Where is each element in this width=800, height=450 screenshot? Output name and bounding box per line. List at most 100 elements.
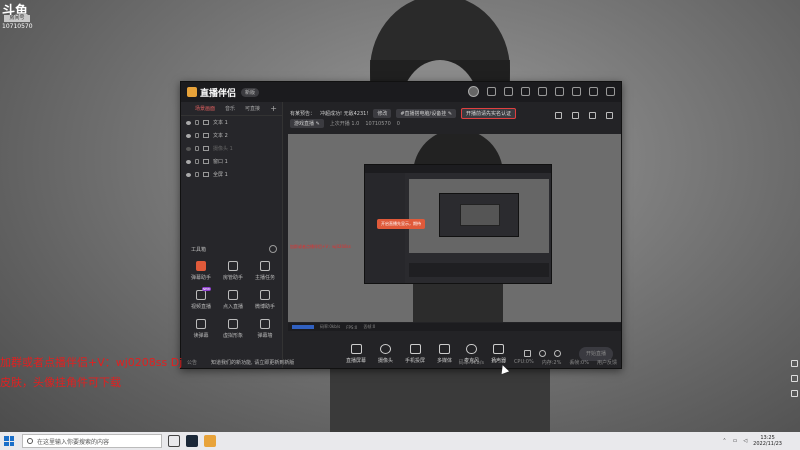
user-icon <box>228 261 238 271</box>
text-source-icon <box>203 133 209 138</box>
clock-date: 2022/11/23 <box>753 441 782 447</box>
close-icon[interactable] <box>606 87 615 96</box>
source-item[interactable]: 全屏 1 <box>181 168 282 181</box>
fullscreen-source-icon <box>203 172 209 177</box>
tool-label: 点入直播 <box>222 304 243 310</box>
verify-chip[interactable]: 开播前请先实名认证 <box>461 108 517 119</box>
tool-room-manager[interactable]: 房管助手 <box>217 261 249 281</box>
source-label: 全屏 1 <box>213 172 228 178</box>
toolbox-header: 工具箱 <box>191 245 277 253</box>
tool-avatar[interactable]: 虚拟形象 <box>217 319 249 339</box>
eye-icon[interactable] <box>186 159 191 164</box>
footer-stat: 丢帧:0% <box>569 359 589 366</box>
tool-label: 读弹幕 <box>193 333 209 339</box>
gift-box-icon[interactable] <box>555 112 562 119</box>
source-item[interactable]: 窗口 1 <box>181 155 282 168</box>
network-icon[interactable]: ▭ <box>733 438 738 444</box>
lock-icon[interactable] <box>195 159 199 164</box>
tool-label: 主播任务 <box>254 275 275 281</box>
avatar-tool-icon <box>228 319 238 329</box>
update-notice[interactable]: 知道我们的新功能, 请立即更新到新版 <box>211 359 294 366</box>
main-area: 有某预告： 冲超成功! 无敌4231! 修改 #直播搭电脑/设备挂 ✎ 开播前请… <box>284 102 621 368</box>
category-chip[interactable]: #直播搭电脑/设备挂 ✎ <box>396 109 457 118</box>
source-label: 窗口 1 <box>213 159 228 165</box>
new-badge: NEW <box>201 287 211 291</box>
clock[interactable]: 13:25 2022/11/23 <box>753 435 782 447</box>
tool-weibo-assistant[interactable]: 微博助手 <box>249 290 281 310</box>
status-item: FPS:0 <box>346 324 358 330</box>
tool-streamer-task[interactable]: 主播任务 <box>249 261 281 281</box>
share-icon[interactable] <box>589 112 596 119</box>
footer-stat: 内存:2% <box>541 359 562 366</box>
avatar[interactable] <box>468 86 479 97</box>
source-item[interactable]: 摄像头 1 <box>181 142 282 155</box>
tab-music[interactable]: 音乐 <box>225 105 235 112</box>
side-icon[interactable] <box>791 375 798 382</box>
mic-icon <box>466 344 478 354</box>
lock-icon[interactable] <box>195 172 199 177</box>
tab-scene[interactable]: 场景画面 <box>195 105 215 112</box>
volume-icon[interactable]: ◁ <box>743 438 747 444</box>
source-item[interactable]: 文本 1 <box>181 116 282 129</box>
add-source-button[interactable]: + <box>270 104 277 113</box>
live-companion-taskbar-icon[interactable] <box>204 435 216 447</box>
more-icon[interactable] <box>269 245 277 253</box>
promo-text-line-2: 皮肤，头像挂角件可下载 <box>0 376 121 389</box>
tray-up-icon[interactable]: ⌃ <box>722 438 726 444</box>
tool-label: 微博助手 <box>254 304 275 310</box>
phone-icon <box>409 344 421 354</box>
feedback-link[interactable]: 用户反馈 <box>597 359 617 366</box>
side-icon[interactable] <box>791 360 798 367</box>
lock-icon[interactable] <box>195 146 199 151</box>
eye-icon[interactable] <box>186 133 191 138</box>
tool-read-danmu[interactable]: 读弹幕 <box>185 319 217 339</box>
tag-chip[interactable]: 游戏直播 ✎ <box>290 119 324 128</box>
desktop-side-icons <box>791 360 798 397</box>
tool-label: 弹幕助手 <box>190 275 211 281</box>
search-placeholder: 在这里输入你要搜索的内容 <box>37 438 110 446</box>
tool-danmu-wall[interactable]: 弹幕墙 <box>249 319 281 339</box>
version-badge[interactable]: 新版 <box>241 87 260 97</box>
mail-icon[interactable] <box>487 87 496 96</box>
source-item[interactable]: 文本 2 <box>181 129 282 142</box>
chat-icon[interactable] <box>521 87 530 96</box>
tool-label: 虚拟形象 <box>222 333 243 339</box>
preview-canvas[interactable]: 开启直播先显示，期待 加群或者点播伴侣+V：wj0208ss <box>288 134 621 322</box>
promo-text-line-1: 加群或者点播伴侣+V：wj0208ss Dj <box>0 356 183 369</box>
settings-icon[interactable] <box>538 87 547 96</box>
nested-app-window: 开启直播先显示，期待 <box>364 164 552 284</box>
nested-tooltip: 开启直播先显示，期待 <box>377 219 425 229</box>
source-label: 文本 1 <box>213 120 228 126</box>
menu-icon[interactable] <box>555 87 564 96</box>
tab-direct[interactable]: 可直接 <box>245 105 260 112</box>
footer-stat: 码率:0kb/s <box>458 359 484 366</box>
maximize-icon[interactable] <box>589 87 598 96</box>
lock-icon[interactable] <box>195 120 199 125</box>
edit-title-button[interactable]: 修改 <box>373 109 392 118</box>
tool-video-live[interactable]: NEW 视频直播 <box>185 287 217 310</box>
read-icon <box>196 319 206 329</box>
gift-icon[interactable] <box>504 87 513 96</box>
eye-icon[interactable] <box>186 146 191 151</box>
side-icon[interactable] <box>791 390 798 397</box>
lock-icon[interactable] <box>195 133 199 138</box>
eye-icon[interactable] <box>186 120 191 125</box>
layout-icon[interactable] <box>572 112 579 119</box>
bell-icon[interactable] <box>606 112 613 119</box>
nested-preview <box>409 179 549 253</box>
tool-danmu-assistant[interactable]: 弹幕助手 <box>185 261 217 281</box>
nested-titlebar <box>365 165 551 173</box>
camera-source-icon <box>203 146 209 151</box>
eye-icon[interactable] <box>186 172 191 177</box>
task-view-icon[interactable] <box>168 435 180 447</box>
source-tabs: 场景画面 音乐 可直接 + <box>181 102 282 116</box>
minimize-icon[interactable] <box>572 87 581 96</box>
windows-start-icon[interactable] <box>4 436 14 446</box>
nested-inner-preview <box>460 204 500 226</box>
steam-icon[interactable] <box>186 435 198 447</box>
danmu-icon <box>196 261 206 271</box>
tool-click-live[interactable]: 点入直播 <box>217 290 249 310</box>
play-icon <box>439 344 451 354</box>
preview-status-bar: 码率:0kb/s FPS:0 丢帧:0 <box>288 323 621 331</box>
taskbar-search[interactable]: 在这里输入你要搜索的内容 <box>22 434 162 448</box>
